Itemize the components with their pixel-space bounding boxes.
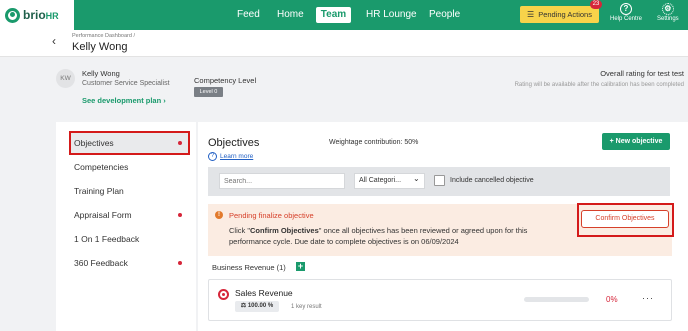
scale-icon: ⚖ — [240, 303, 247, 309]
overall-rating-title: Overall rating for test test — [600, 69, 684, 78]
pending-count-badge: 23 — [590, 0, 602, 9]
sidebar-item-training-plan[interactable]: Training Plan — [74, 186, 124, 196]
back-arrow-icon[interactable]: ‹ — [52, 34, 56, 48]
target-icon — [218, 289, 229, 300]
group-label: Business Revenue (1) — [212, 263, 286, 272]
learn-more-link[interactable]: ? Learn more — [208, 152, 253, 161]
search-input[interactable] — [219, 173, 345, 189]
include-cancelled-checkbox[interactable] — [434, 175, 445, 186]
weight-value: 100.00 % — [247, 303, 274, 309]
sidebar-dot-360 — [178, 261, 182, 265]
gear-icon: ⚙ — [661, 3, 674, 15]
help-centre-button[interactable]: ? Help Centre — [610, 3, 642, 22]
weight-chip: ⚖ 100.00 % — [235, 301, 279, 312]
confirm-objectives-button[interactable]: Confirm Objectives — [581, 210, 669, 228]
progress-percent: 0% — [606, 295, 618, 304]
settings-label: Settings — [657, 16, 679, 22]
objective-title[interactable]: Sales Revenue — [235, 288, 293, 298]
logo-text: brioHR — [23, 8, 59, 22]
competency-level-label: Competency Level — [194, 76, 257, 85]
employee-role: Customer Service Specialist — [82, 80, 170, 87]
development-plan-label: See development plan — [82, 96, 162, 105]
sidebar-item-1on1-feedback[interactable]: 1 On 1 Feedback — [74, 234, 139, 244]
logo-suffix: HR — [45, 11, 59, 21]
question-icon: ? — [620, 3, 632, 15]
brand-logo[interactable]: brioHR — [0, 0, 74, 30]
chevron-right-icon: › — [163, 96, 166, 105]
page-title: Kelly Wong — [72, 41, 128, 53]
info-icon: ! — [215, 211, 223, 219]
sidebar-item-360-feedback[interactable]: 360 Feedback — [74, 258, 128, 268]
alert-body-bold: Confirm Objectives — [250, 226, 319, 235]
objectives-title: Objectives — [208, 137, 260, 149]
alert-title: Pending finalize objective — [229, 211, 314, 220]
sidebar-item-objectives[interactable]: Objectives — [74, 138, 114, 148]
sidebar-item-appraisal-form[interactable]: Appraisal Form — [74, 210, 132, 220]
sidebar-dot-appraisal — [178, 213, 182, 217]
nav-people[interactable]: People — [429, 0, 460, 30]
sidebar-dot-objectives — [178, 141, 182, 145]
nav-hr-lounge[interactable]: HR Lounge — [366, 0, 417, 30]
objective-card[interactable] — [208, 279, 672, 321]
logo-mark-icon — [5, 7, 20, 23]
employee-name: Kelly Wong — [82, 69, 120, 78]
progress-bar — [524, 297, 589, 302]
chevron-down-icon[interactable]: ⌄ — [413, 174, 420, 183]
help-centre-label: Help Centre — [610, 16, 643, 22]
logo-main: brio — [23, 8, 46, 22]
settings-button[interactable]: ⚙ Settings — [657, 3, 679, 22]
pending-actions-icon: ☰ — [527, 10, 535, 19]
sidebar-item-competencies[interactable]: Competencies — [74, 162, 128, 172]
more-options-icon[interactable]: ··· — [642, 293, 654, 303]
new-objective-button[interactable]: + New objective — [602, 133, 670, 150]
avatar: KW — [56, 69, 75, 88]
overall-rating-note: Rating will be available after the calib… — [514, 82, 684, 88]
nav-feed[interactable]: Feed — [237, 0, 260, 30]
pending-actions-button[interactable]: ☰ Pending Actions — [520, 6, 599, 23]
development-plan-link[interactable]: See development plan › — [82, 96, 166, 105]
include-cancelled-label[interactable]: Include cancelled objective — [450, 177, 534, 184]
alert-body-prefix: Click " — [229, 226, 250, 235]
alert-body: Click "Confirm Objectives" once all obje… — [229, 225, 559, 247]
breadcrumb[interactable]: Performance Dashboard / — [72, 33, 135, 39]
plus-icon[interactable]: + — [296, 262, 305, 271]
question-circle-icon: ? — [208, 152, 217, 161]
weightage-contribution: Weightage contribution: 50% — [329, 139, 419, 146]
nav-home[interactable]: Home — [277, 0, 304, 30]
level-badge: Level 0 — [194, 87, 223, 97]
learn-more-label: Learn more — [220, 153, 254, 160]
pending-actions-label: Pending Actions — [538, 10, 592, 19]
key-results-count: 1 key result — [291, 304, 322, 310]
nav-team[interactable]: Team — [316, 7, 351, 23]
